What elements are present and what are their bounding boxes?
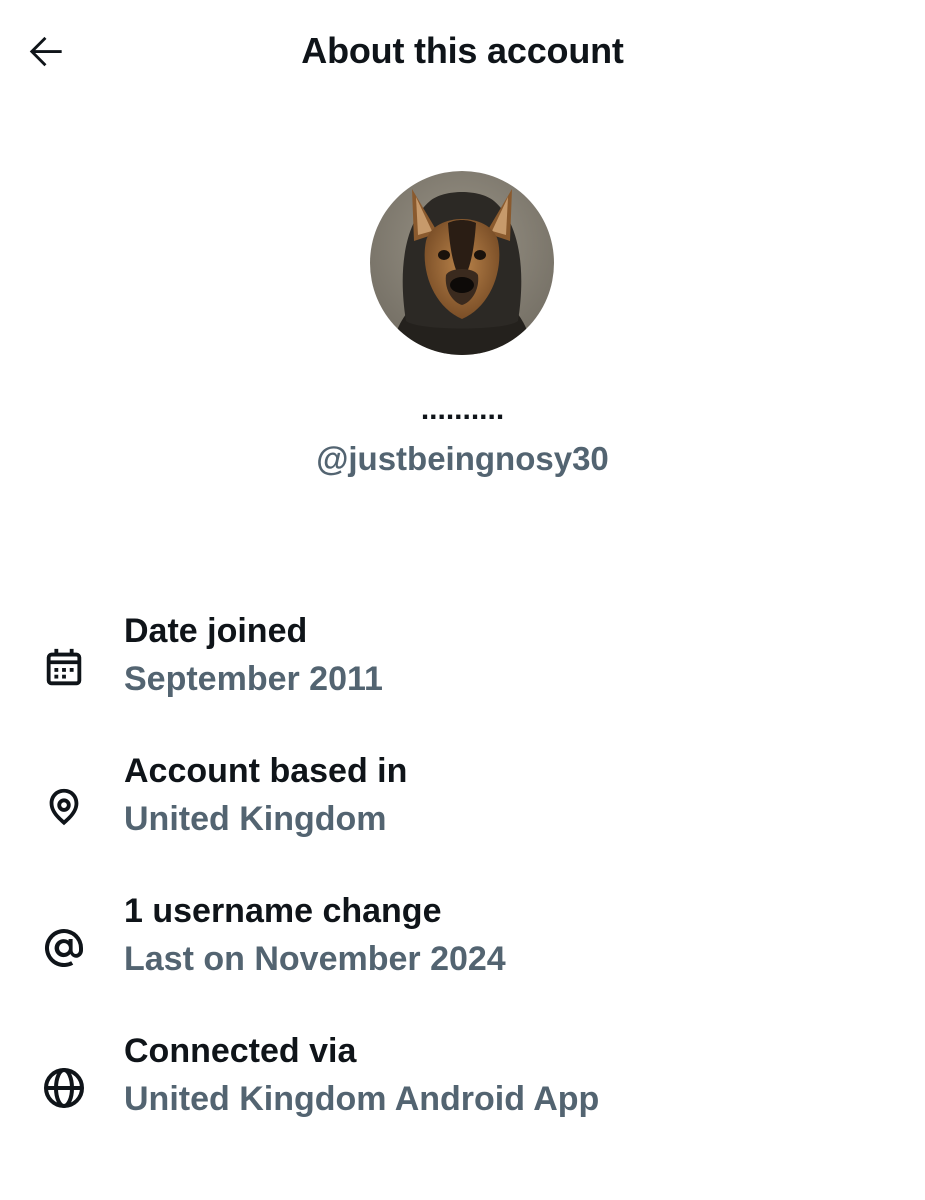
info-value: United Kingdom [124, 800, 387, 838]
info-value: September 2011 [124, 660, 383, 698]
info-value: United Kingdom Android App [124, 1080, 600, 1118]
top-bar: About this account [0, 0, 925, 104]
info-value: Last on November 2024 [124, 940, 506, 978]
info-row-username-change: 1 username change Last on November 2024 [0, 890, 925, 990]
dog-avatar [370, 171, 554, 355]
calendar-icon [46, 648, 82, 686]
info-title: 1 username change [124, 892, 442, 930]
display-name: .......... [420, 393, 505, 426]
info-title: Account based in [124, 752, 408, 790]
globe-icon [44, 1068, 84, 1108]
at-sign-icon [44, 928, 83, 967]
page-title: About this account [301, 30, 624, 71]
info-row-date-joined: Date joined September 2011 [0, 610, 925, 710]
username-handle: @justbeingnosy30 [316, 440, 609, 477]
location-pin-icon [49, 788, 79, 826]
avatar[interactable] [370, 171, 554, 355]
info-title: Date joined [124, 612, 308, 650]
info-row-connected-via: Connected via United Kingdom Android App [0, 1030, 925, 1130]
info-title: Connected via [124, 1032, 357, 1070]
info-row-account-based-in: Account based in United Kingdom [0, 750, 925, 850]
